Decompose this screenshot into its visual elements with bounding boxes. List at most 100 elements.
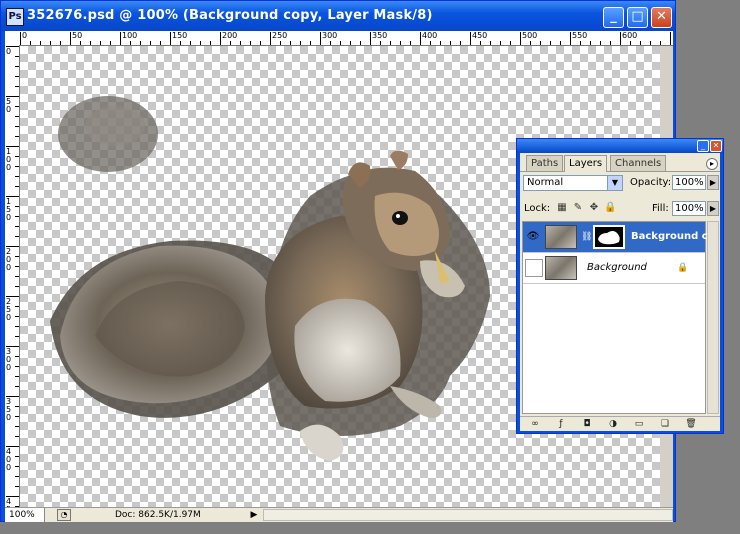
ruler-label: 600 [622,31,638,40]
navigator-button[interactable]: ◔ [57,509,71,521]
title-bar[interactable]: Ps 352676.psd @ 100% (Background copy, L… [1,1,675,31]
ruler-tick [15,226,19,227]
ruler-tick [15,176,19,177]
layer-name[interactable]: Background [587,261,647,275]
ruler-tick [15,466,19,467]
zoom-field[interactable]: 100% [5,508,45,522]
palette-close-button[interactable]: ✕ [710,140,722,152]
ruler-tick [380,41,381,45]
palette-title-bar[interactable]: _ ✕ [517,139,723,153]
layer-thumbnail[interactable] [545,225,577,249]
minimize-button[interactable]: _ [603,7,624,28]
ruler-tick [15,266,19,267]
eye-icon[interactable]: 👁 [525,230,541,244]
status-menu-arrow[interactable]: ▶ [248,509,260,521]
visibility-toggle[interactable] [525,259,543,277]
ruler-label: 150 [6,197,12,222]
vertical-ruler[interactable]: 0 50 100 150 200 250 300 350 400 450 [5,45,20,507]
ruler-tick [460,41,461,45]
layer-name[interactable]: Background c... [631,230,719,244]
ruler-tick [20,32,21,45]
ruler-tick [90,41,91,45]
palette-minimize-button[interactable]: _ [697,140,709,152]
layers-palette: _ ✕ Paths Layers Channels ▸ Normal ▼ Opa… [516,138,724,434]
layer-row-background-copy[interactable]: 👁 ⛓ Background c... [523,222,719,253]
ruler-tick [130,41,131,45]
lock-position-move-icon[interactable]: ✥ [588,202,600,214]
lock-label: Lock: [524,203,551,214]
palette-menu-button[interactable]: ▸ [706,158,718,170]
ruler-tick [160,41,161,45]
ruler-tick [480,41,481,45]
tab-paths[interactable]: Paths [526,155,564,171]
ruler-tick [240,41,241,45]
ruler-tick [15,66,19,67]
lock-all-icon[interactable]: 🔒 [604,202,616,214]
ruler-tick [15,416,19,417]
close-button[interactable]: ✕ [651,7,672,28]
delete-layer-icon[interactable]: 🗑 [684,419,698,430]
ruler-tick [620,32,621,45]
ruler-tick [530,41,531,45]
layers-scrollbar[interactable] [707,221,719,414]
mask-link-icon[interactable]: ⛓ [581,230,592,244]
ruler-tick [510,41,511,45]
ruler-tick [15,406,19,407]
ruler-tick [290,41,291,45]
lock-image-brush-icon[interactable]: ✎ [572,202,584,214]
ruler-tick [15,136,19,137]
adjustment-layer-icon[interactable]: ◑ [606,419,620,430]
fill-slider-button[interactable]: ▶ [707,201,719,216]
ruler-tick [15,166,19,167]
ruler-tick [470,32,471,45]
opacity-slider-button[interactable]: ▶ [707,175,719,190]
ruler-label: 300 [322,31,338,40]
ruler-tick [15,436,19,437]
ruler-tick [110,41,111,45]
blend-mode-select[interactable]: Normal ▼ [523,175,623,191]
ruler-tick [390,41,391,45]
horizontal-scrollbar[interactable] [263,509,673,521]
ruler-tick [100,41,101,45]
new-group-icon[interactable]: ▭ [632,419,646,430]
layer-thumbnail[interactable] [545,256,577,280]
ruler-tick [180,41,181,45]
ruler-tick [550,41,551,45]
ruler-tick [500,41,501,45]
ruler-tick [560,41,561,45]
link-icon[interactable]: ∞ [528,419,542,430]
layer-mask-thumbnail[interactable] [593,225,625,249]
navigator-icon: ◔ [60,510,68,519]
ruler-tick [60,41,61,45]
ruler-tick [490,41,491,45]
ruler-tick [15,106,19,107]
ruler-tick [200,41,201,45]
ruler-tick [15,126,19,127]
new-layer-icon[interactable]: ❏ [658,419,672,430]
play-arrow-icon: ▶ [250,510,258,520]
opacity-field[interactable]: 100% [672,175,706,190]
lock-transparent-icon[interactable]: ▦ [556,202,568,214]
ruler-label: 150 [172,31,188,40]
maximize-icon: □ [631,9,644,24]
photoshop-doc-icon[interactable]: Ps [6,8,24,26]
layer-style-icon[interactable]: ƒ [554,419,568,430]
layer-row-background[interactable]: Background 🔒 [523,253,705,284]
ruler-tick [410,41,411,45]
add-mask-icon[interactable]: ◘ [580,419,594,430]
play-arrow-icon: ▶ [709,178,717,187]
ruler-tick [80,41,81,45]
ruler-tick [15,206,19,207]
ruler-tick [120,32,121,45]
ruler-label: 0 [6,47,12,56]
tab-layers[interactable]: Layers [564,155,608,172]
opacity-label: Opacity: [630,177,672,188]
tab-channels[interactable]: Channels [610,155,667,171]
horizontal-ruler[interactable]: 0 50 100 150 200 250 300 350 400 450 500 550 600 [5,31,673,46]
ruler-tick [15,316,19,317]
palette-footer: ∞ ƒ ◘ ◑ ▭ ❏ 🗑 [520,416,720,432]
ruler-tick [30,41,31,45]
ruler-label: 100 [6,147,12,172]
fill-field[interactable]: 100% [672,201,706,216]
maximize-button[interactable]: □ [627,7,648,28]
